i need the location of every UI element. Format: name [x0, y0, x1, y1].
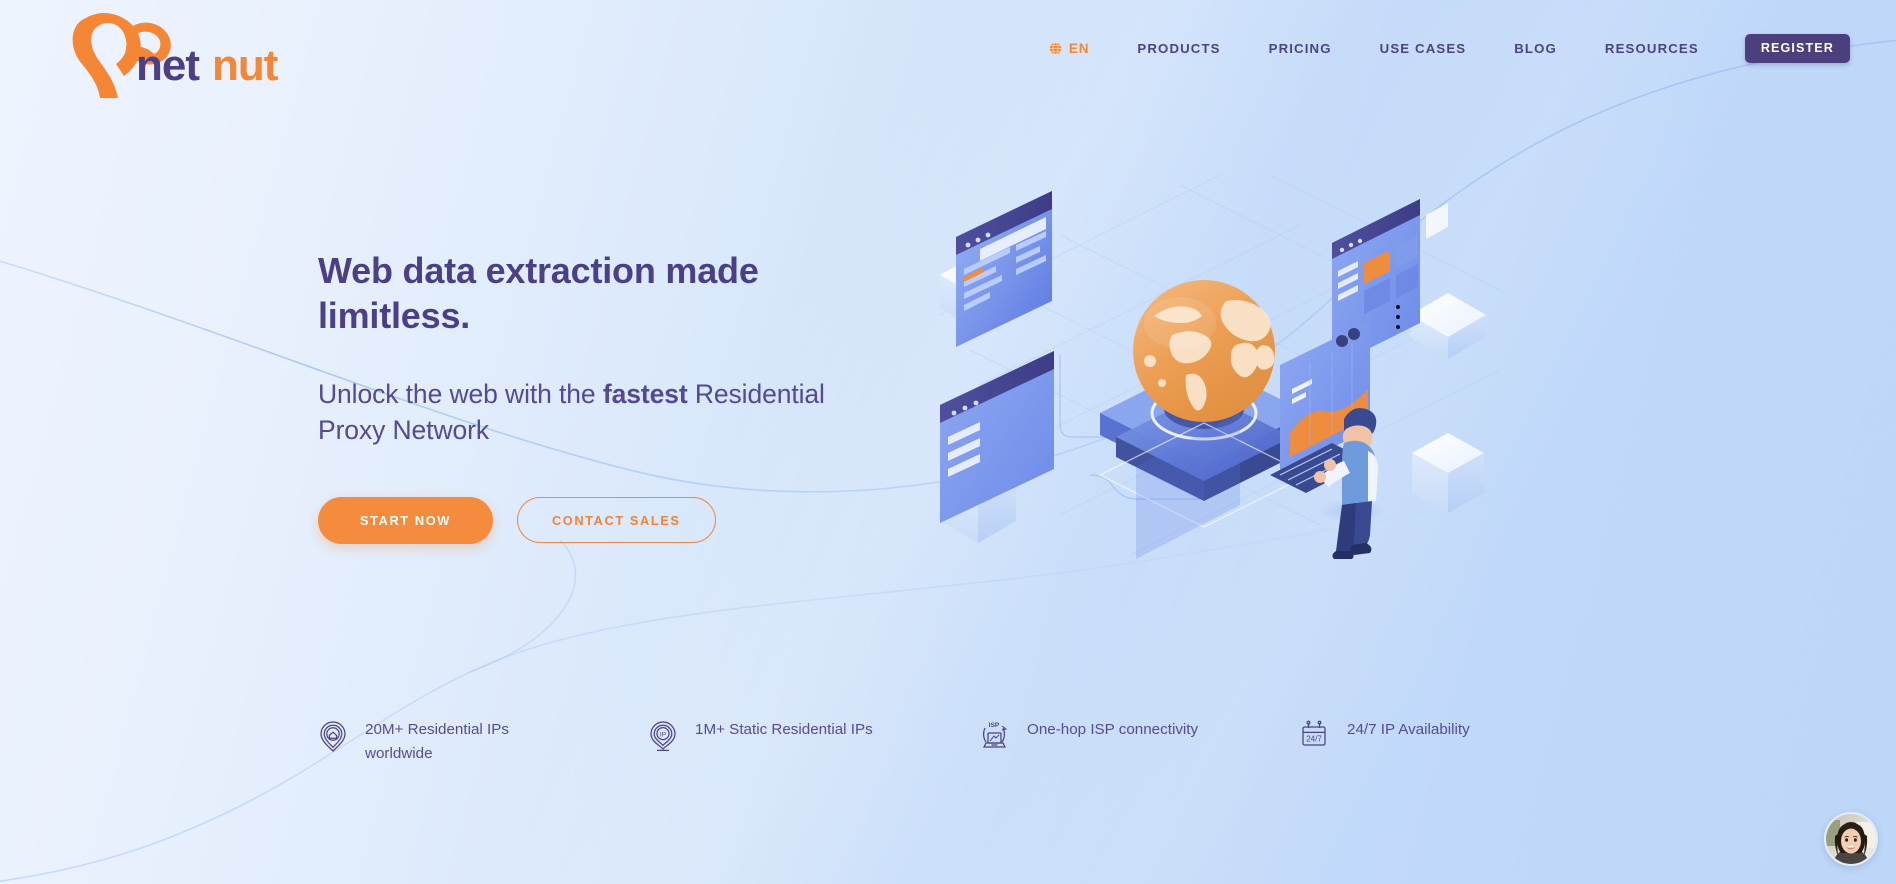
nav-item-resources[interactable]: RESOURCES [1605, 41, 1699, 56]
feature-item: 24/7 24/7 IP Availability [1298, 718, 1470, 766]
feature-item: IP 1M+ Static Residential IPs [648, 718, 978, 766]
language-selector[interactable]: EN [1049, 41, 1090, 56]
register-button[interactable]: REGISTER [1744, 34, 1850, 63]
start-now-button[interactable]: START NOW [318, 496, 493, 544]
laptop-isp-icon: ISP [978, 720, 1010, 757]
calendar-247-icon: 24/7 [1298, 720, 1330, 755]
orange-globe [1133, 280, 1275, 422]
feature-label: 1M+ Static Residential IPs [695, 721, 873, 738]
map-pin-ip-icon: IP [648, 720, 678, 757]
map-pin-home-icon [318, 720, 348, 757]
nav-item-blog[interactable]: BLOG [1514, 41, 1557, 56]
feature-item: 20M+ Residential IPs worldwide [318, 718, 648, 766]
nav-item-products[interactable]: PRODUCTS [1137, 41, 1220, 56]
support-chat-avatar[interactable] [1824, 812, 1878, 866]
white-cube [1412, 433, 1484, 513]
feature-label: 24/7 IP Availability [1347, 721, 1470, 738]
logo-text-nut: nut [212, 41, 279, 90]
svg-text:24/7: 24/7 [1306, 734, 1322, 743]
hero-illustration [940, 175, 1500, 565]
feature-label: One-hop ISP connectivity [1027, 721, 1199, 738]
main-navigation: EN PRODUCTS PRICING USE CASES BLOG RESOU… [1049, 34, 1850, 63]
feature-highlights: 20M+ Residential IPs worldwide IP 1M+ St… [318, 718, 1528, 766]
nav-item-pricing[interactable]: PRICING [1269, 41, 1332, 56]
logo-text-net: net [136, 41, 200, 90]
contact-sales-button[interactable]: CONTACT SALES [516, 497, 716, 544]
svg-text:IP: IP [660, 731, 667, 738]
language-label: EN [1068, 41, 1090, 56]
hero-subheadline: Unlock the web with the fastest Resident… [318, 376, 878, 449]
globe-icon [1049, 42, 1062, 55]
nav-item-use-cases[interactable]: USE CASES [1380, 41, 1467, 56]
hero-headline: Web data extraction made limitless. [318, 250, 759, 336]
subhead-prefix: Unlock the web with the [318, 379, 603, 409]
hero-section: Web data extraction made limitless. Unlo… [318, 248, 878, 544]
feature-label: 20M+ Residential IPs worldwide [365, 721, 509, 763]
hero-cta-row: START NOW CONTACT SALES [318, 496, 878, 544]
subhead-emphasis: fastest [602, 379, 688, 409]
site-header: net nut EN PRODUCTS PRICING USE CASES BL… [0, 0, 1896, 98]
white-cube [1410, 293, 1486, 359]
svg-text:ISP: ISP [989, 722, 1000, 729]
netnut-logo[interactable]: net nut [40, 6, 300, 102]
feature-item: ISP One-hop ISP connectivity [978, 718, 1298, 766]
browser-window [956, 191, 1052, 347]
